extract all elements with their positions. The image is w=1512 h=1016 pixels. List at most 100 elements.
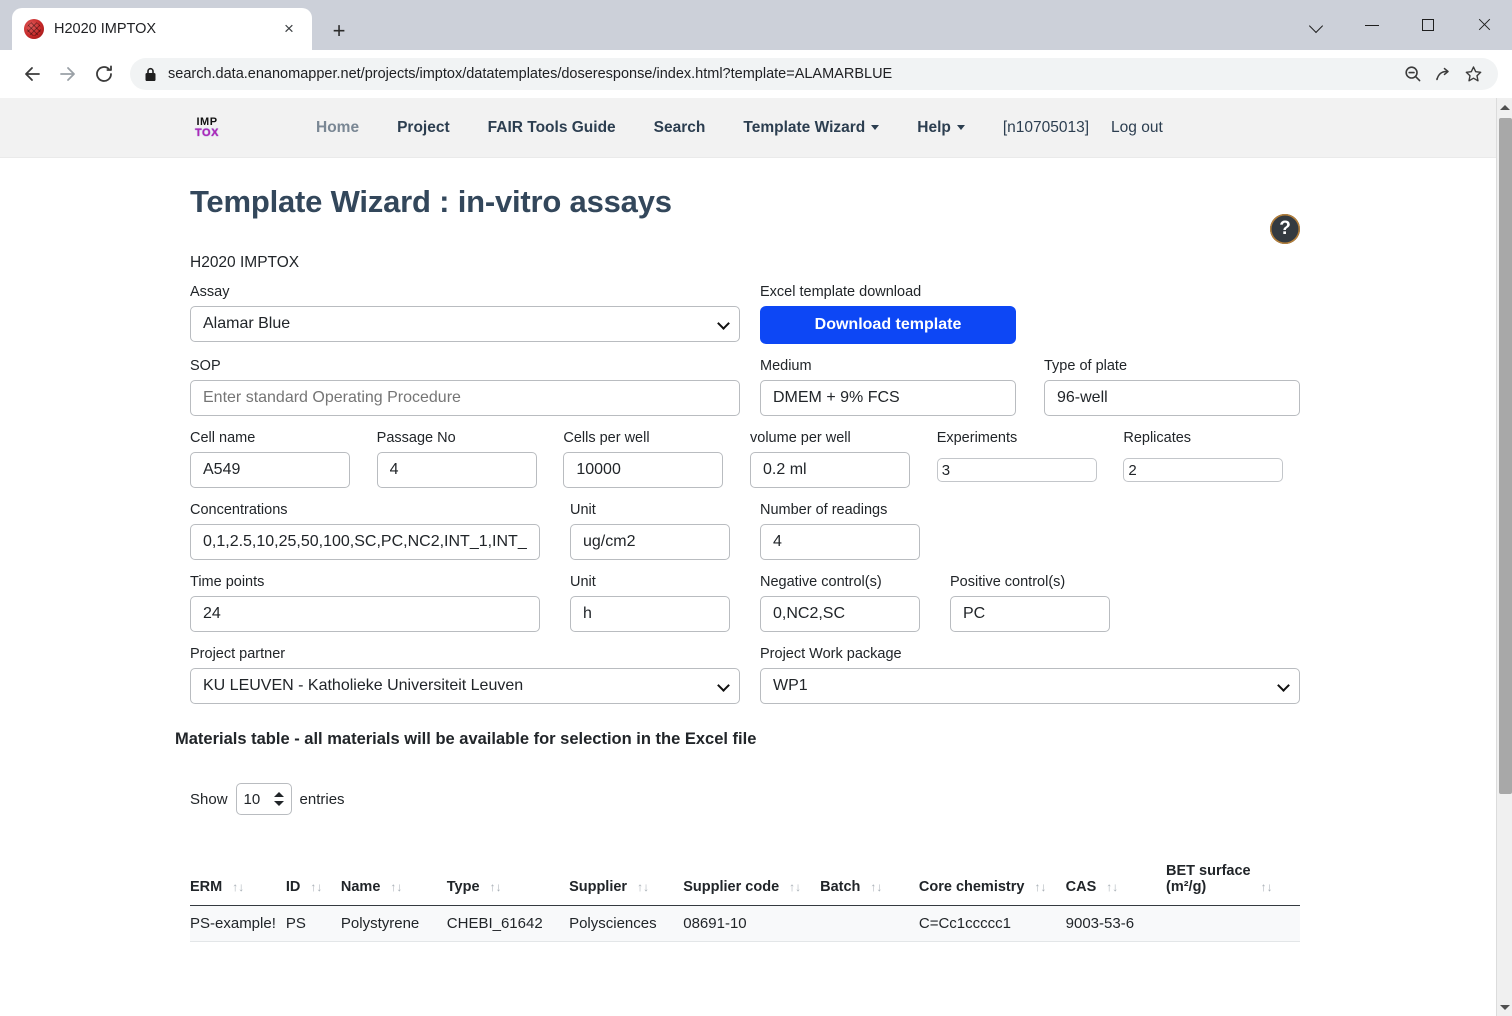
column-header-name[interactable]: Name↑↓ [341,859,447,906]
column-header-supplier-code[interactable]: Supplier code↑↓ [683,859,820,906]
scrollbar-thumb[interactable] [1499,118,1512,794]
cells-per-well-label: Cells per well [563,430,750,446]
nav-item-help[interactable]: Help [917,119,965,137]
zoom-out-icon[interactable] [1398,59,1428,89]
browser-tab[interactable]: H2020 IMPTOX × [12,8,312,50]
column-header-batch[interactable]: Batch↑↓ [820,859,919,906]
site-navbar: IMP TOX Home Project FAIR Tools Guide Se… [0,98,1496,158]
work-package-label: Project Work package [760,646,1305,662]
cell-name-input[interactable] [190,452,350,488]
chevron-down-icon [717,317,730,330]
nav-item-project[interactable]: Project [397,119,450,137]
concentration-unit-input[interactable] [570,524,730,560]
sop-input[interactable] [190,380,740,416]
browser-toolbar: search.data.enanomapper.net/projects/imp… [0,50,1512,98]
assay-select[interactable]: Alamar Blue [190,306,740,342]
time-unit-input[interactable] [570,596,730,632]
web-page: IMP TOX Home Project FAIR Tools Guide Se… [0,98,1496,1016]
show-entries-prefix: Show [190,791,228,808]
sort-icon: ↑↓ [490,880,502,894]
concentrations-label: Concentrations [190,502,570,518]
medium-label: Medium [760,358,1018,374]
column-header-bet-surface[interactable]: BET surface (m²/g) ↑↓ [1166,859,1300,906]
table-row[interactable]: PS-example! PS Polystyrene CHEBI_61642 P… [190,906,1300,942]
show-entries-suffix: entries [300,791,345,808]
new-tab-button[interactable]: + [326,18,352,44]
close-tab-icon[interactable]: × [278,18,300,40]
page-content: Template Wizard : in-vitro assays ? H202… [0,184,1496,942]
column-header-erm-label: ERM [190,879,222,895]
nav-item-fair-tools-guide[interactable]: FAIR Tools Guide [488,119,616,137]
project-partner-select[interactable]: KU LEUVEN - Katholieke Universiteit Leuv… [190,668,740,704]
cells-per-well-input[interactable] [563,452,723,488]
bookmark-star-icon[interactable] [1458,59,1488,89]
download-template-button[interactable]: Download template [760,306,1016,344]
plate-type-input[interactable] [1044,380,1300,416]
negative-controls-input[interactable] [760,596,920,632]
scroll-up-arrow-icon[interactable] [1497,98,1512,116]
number-of-readings-input[interactable] [760,524,920,560]
tab-search-chevron-icon[interactable] [1288,0,1344,50]
nav-item-template-wizard[interactable]: Template Wizard [743,119,879,137]
replicates-label: Replicates [1123,430,1310,446]
address-bar[interactable]: search.data.enanomapper.net/projects/imp… [130,58,1498,90]
materials-table: ERM↑↓ ID↑↓ Name↑↓ Type↑↓ [190,859,1300,942]
scroll-down-arrow-icon[interactable] [1497,998,1512,1016]
share-icon[interactable] [1428,59,1458,89]
column-header-id[interactable]: ID↑↓ [286,859,341,906]
volume-per-well-input[interactable] [750,452,910,488]
nav-item-home[interactable]: Home [316,119,359,137]
entries-per-page-value: 10 [244,791,261,808]
sort-icon: ↑↓ [1106,880,1118,894]
time-unit-label: Unit [570,574,760,590]
help-circle-icon[interactable]: ? [1270,214,1300,244]
back-icon[interactable] [14,56,50,92]
column-header-erm[interactable]: ERM↑↓ [190,859,286,906]
site-nav-links: Home Project FAIR Tools Guide Search Tem… [316,119,1201,137]
forward-icon[interactable] [50,56,86,92]
column-header-core-chemistry[interactable]: Core chemistry↑↓ [919,859,1066,906]
passage-no-input[interactable] [377,452,537,488]
nav-item-search[interactable]: Search [654,119,706,137]
column-header-cas[interactable]: CAS↑↓ [1066,859,1166,906]
nav-item-username[interactable]: [n10705013] [1003,119,1089,137]
reload-icon[interactable] [86,56,122,92]
sort-icon: ↑↓ [310,880,322,894]
maximize-window-icon[interactable] [1400,0,1456,50]
column-header-supplier[interactable]: Supplier↑↓ [569,859,683,906]
column-header-name-label: Name [341,879,381,895]
column-header-type[interactable]: Type↑↓ [447,859,569,906]
work-package-select[interactable]: WP1 [760,668,1300,704]
spinner-arrows-icon [274,791,284,807]
browser-window: H2020 IMPTOX × + search.data.enanomapper… [0,0,1512,1016]
chevron-down-icon [871,125,879,130]
cell-supplier: Polysciences [569,906,683,942]
window-controls [1288,0,1512,50]
replicates-input[interactable] [1123,458,1283,482]
logo-text-imp: IMP [190,117,224,128]
page-title: Template Wizard : in-vitro assays [190,184,1496,220]
minimize-window-icon[interactable] [1344,0,1400,50]
entries-per-page-select[interactable]: 10 [236,783,292,815]
assay-select-value: Alamar Blue [203,315,290,333]
chevron-down-icon [717,679,730,692]
concentrations-input[interactable] [190,524,540,560]
tab-strip: H2020 IMPTOX × + [0,0,1512,50]
medium-input[interactable] [760,380,1016,416]
positive-controls-input[interactable] [950,596,1110,632]
column-header-bet-surface-line1: BET surface [1166,863,1251,879]
experiments-input[interactable] [937,458,1097,482]
time-points-input[interactable] [190,596,540,632]
nav-item-logout[interactable]: Log out [1111,119,1163,137]
assay-label: Assay [190,284,740,300]
materials-table-title: Materials table - all materials will be … [175,730,1496,749]
cell-name: Polystyrene [341,906,447,942]
assay-form: Assay Alamar Blue Excel template downloa… [190,284,1310,704]
lock-icon [140,67,160,82]
logo-text-tox: TOX [190,128,224,139]
close-window-icon[interactable] [1456,0,1512,50]
time-points-label: Time points [190,574,570,590]
page-scrollbar[interactable] [1496,98,1512,1016]
sort-icon: ↑↓ [789,880,801,894]
imptox-logo[interactable]: IMP TOX [190,117,224,139]
